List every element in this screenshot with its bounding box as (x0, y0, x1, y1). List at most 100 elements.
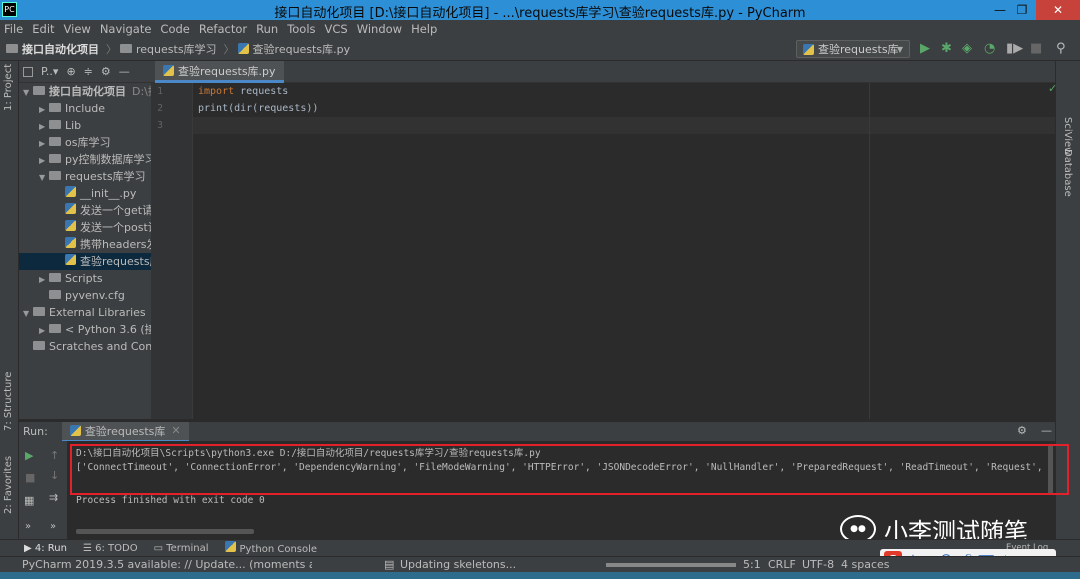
tree-item[interactable]: 发送一个get请求 (19, 202, 151, 219)
hide-icon[interactable]: — (1041, 424, 1052, 437)
menu-code[interactable]: Code (160, 22, 189, 36)
run-configuration-select[interactable]: 查验requests库 ▼ (796, 40, 910, 58)
folder-icon (33, 341, 45, 350)
tree-item[interactable]: __init__.py (19, 185, 151, 202)
project-view-select[interactable]: P..▾ (41, 65, 58, 78)
breadcrumb-folder[interactable]: requests库学习 (120, 41, 217, 57)
line-number: 2 (157, 103, 163, 114)
console-exit: Process finished with exit code 0 (76, 495, 265, 506)
soft-wrap-icon[interactable]: ⇉ (49, 491, 58, 504)
tree-item[interactable]: ▼ External Libraries (19, 304, 151, 321)
rerun-icon[interactable]: ▶ (25, 449, 33, 462)
gear-icon[interactable]: ⚙ (101, 65, 111, 78)
tree-item-label: Lib (65, 119, 82, 132)
tree-item[interactable]: ▶ Scripts (19, 270, 151, 287)
chevron-right-icon[interactable]: ▶ (39, 135, 49, 151)
menu-navigate[interactable]: Navigate (100, 22, 152, 36)
left-tool-strip: 1: Project 7: Structure 2: Favorites (0, 61, 19, 539)
menu-file[interactable]: File (4, 22, 23, 36)
menu-run[interactable]: Run (256, 22, 278, 36)
update-notification[interactable]: PyCharm 2019.3.5 available: // Update...… (22, 558, 312, 571)
gear-icon[interactable]: ⚙ (1017, 424, 1027, 437)
menu-edit[interactable]: Edit (32, 22, 54, 36)
tree-item[interactable]: 查验requests库 (19, 253, 151, 270)
layout-icon[interactable]: ▦ (24, 494, 34, 507)
terminal-tool-tab[interactable]: ▭ Terminal (154, 543, 209, 554)
chevron-down-icon[interactable]: ▼ (23, 84, 33, 100)
folder-icon (49, 273, 61, 282)
tree-item[interactable]: ▶ < Python 3.6 (接口 (19, 321, 151, 338)
breadcrumb-file[interactable]: 查验requests库.py (237, 41, 350, 57)
folder-icon (49, 290, 61, 299)
concurrency-icon[interactable]: ▮▶ (1006, 42, 1023, 56)
line-separator[interactable]: CRLF (768, 558, 796, 571)
python-file-icon (65, 237, 76, 248)
tree-item-label: Scratches and Conso (49, 340, 151, 353)
tree-item-label: Include (65, 102, 106, 115)
stop-icon[interactable]: ■ (25, 471, 35, 484)
windows-taskbar (0, 572, 1080, 579)
menu-view[interactable]: View (64, 22, 91, 36)
tree-item[interactable]: ▼ 接口自动化项目 D:\接 (19, 83, 151, 100)
tree-item[interactable]: 发送一个post请求 (19, 219, 151, 236)
database-tool-tab[interactable]: Database (1062, 149, 1073, 197)
favorites-tool-tab[interactable]: 2: Favorites (3, 456, 14, 514)
menu-vcs[interactable]: VCS (325, 22, 348, 36)
tree-item[interactable]: Scratches and Conso (19, 338, 151, 355)
more-icon[interactable]: » (25, 521, 31, 532)
chevron-down-icon[interactable]: ▼ (23, 305, 33, 321)
chevron-right-icon[interactable]: ▶ (39, 271, 49, 287)
folder-icon (49, 103, 61, 112)
caret-position[interactable]: 5:1 (743, 558, 761, 571)
right-margin-guide (869, 83, 870, 419)
hide-icon[interactable]: — (119, 65, 130, 78)
arrow-up-icon[interactable]: ↑ (50, 449, 59, 462)
locate-icon[interactable]: ⊕ (66, 65, 75, 78)
tree-item[interactable]: 携带headers发送 (19, 236, 151, 253)
tree-item[interactable]: ▶ Include (19, 100, 151, 117)
coverage-icon[interactable]: ◈ (962, 42, 972, 56)
tree-item[interactable]: pyvenv.cfg (19, 287, 151, 304)
maximize-button[interactable]: ❐ (1008, 0, 1036, 20)
chevron-down-icon[interactable]: ▼ (39, 169, 49, 185)
run-icon[interactable]: ▶ (920, 42, 930, 56)
menu-help[interactable]: Help (411, 22, 437, 36)
tree-item[interactable]: ▶ py控制数据库学习 (19, 151, 151, 168)
tree-item[interactable]: ▼ requests库学习 (19, 168, 151, 185)
horizontal-scrollbar[interactable] (76, 529, 254, 534)
project-panel: P..▾ ⊕ ≑ ⚙ — ▼ 接口自动化项目 D:\接 ▶ Include ▶ Lib ▶ os… (19, 61, 151, 419)
debug-icon[interactable]: ✱ (941, 42, 952, 56)
close-button[interactable]: ✕ (1036, 0, 1080, 20)
code-editor[interactable]: import requests print(dir(requests)) (193, 83, 1055, 419)
file-encoding[interactable]: UTF-8 (802, 558, 834, 571)
tree-item[interactable]: ▶ os库学习 (19, 134, 151, 151)
profile-icon[interactable]: ◔ (984, 42, 995, 56)
python-console-tool-tab[interactable]: Python Console (224, 541, 317, 555)
chevron-right-icon[interactable]: ▶ (39, 118, 49, 134)
breadcrumb-project[interactable]: 接口自动化项目 (6, 41, 99, 57)
tree-item-label: Scripts (65, 272, 103, 285)
tree-item-label: pyvenv.cfg (65, 289, 125, 302)
arrow-down-icon[interactable]: ↓ (50, 469, 59, 482)
tree-item-label: 查验requests库 (80, 255, 151, 268)
more-icon[interactable]: » (50, 521, 56, 532)
chevron-right-icon[interactable]: ▶ (39, 322, 49, 338)
stop-icon[interactable]: ■ (1030, 42, 1042, 56)
editor-tab[interactable]: 查验requests库.py (155, 61, 284, 83)
todo-tool-tab[interactable]: ☰ 6: TODO (83, 543, 138, 554)
chevron-right-icon[interactable]: ▶ (39, 152, 49, 168)
menu-window[interactable]: Window (357, 22, 402, 36)
collapse-icon[interactable]: ≑ (84, 65, 93, 78)
structure-tool-tab[interactable]: 7: Structure (3, 372, 14, 431)
run-tool-tab[interactable]: ▶ 4: Run (24, 543, 67, 554)
run-tab[interactable]: 查验requests库 ✕ (61, 421, 189, 442)
search-icon[interactable]: ⚲ (1056, 42, 1066, 56)
tree-item[interactable]: ▶ Lib (19, 117, 151, 134)
menu-tools[interactable]: Tools (287, 22, 315, 36)
indent-setting[interactable]: 4 spaces (841, 558, 890, 571)
project-tool-tab[interactable]: 1: Project (3, 64, 14, 111)
menu-refactor[interactable]: Refactor (199, 22, 247, 36)
chevron-right-icon[interactable]: ▶ (39, 101, 49, 117)
python-file-icon (65, 186, 76, 197)
close-tab-icon[interactable]: ✕ (171, 424, 180, 437)
